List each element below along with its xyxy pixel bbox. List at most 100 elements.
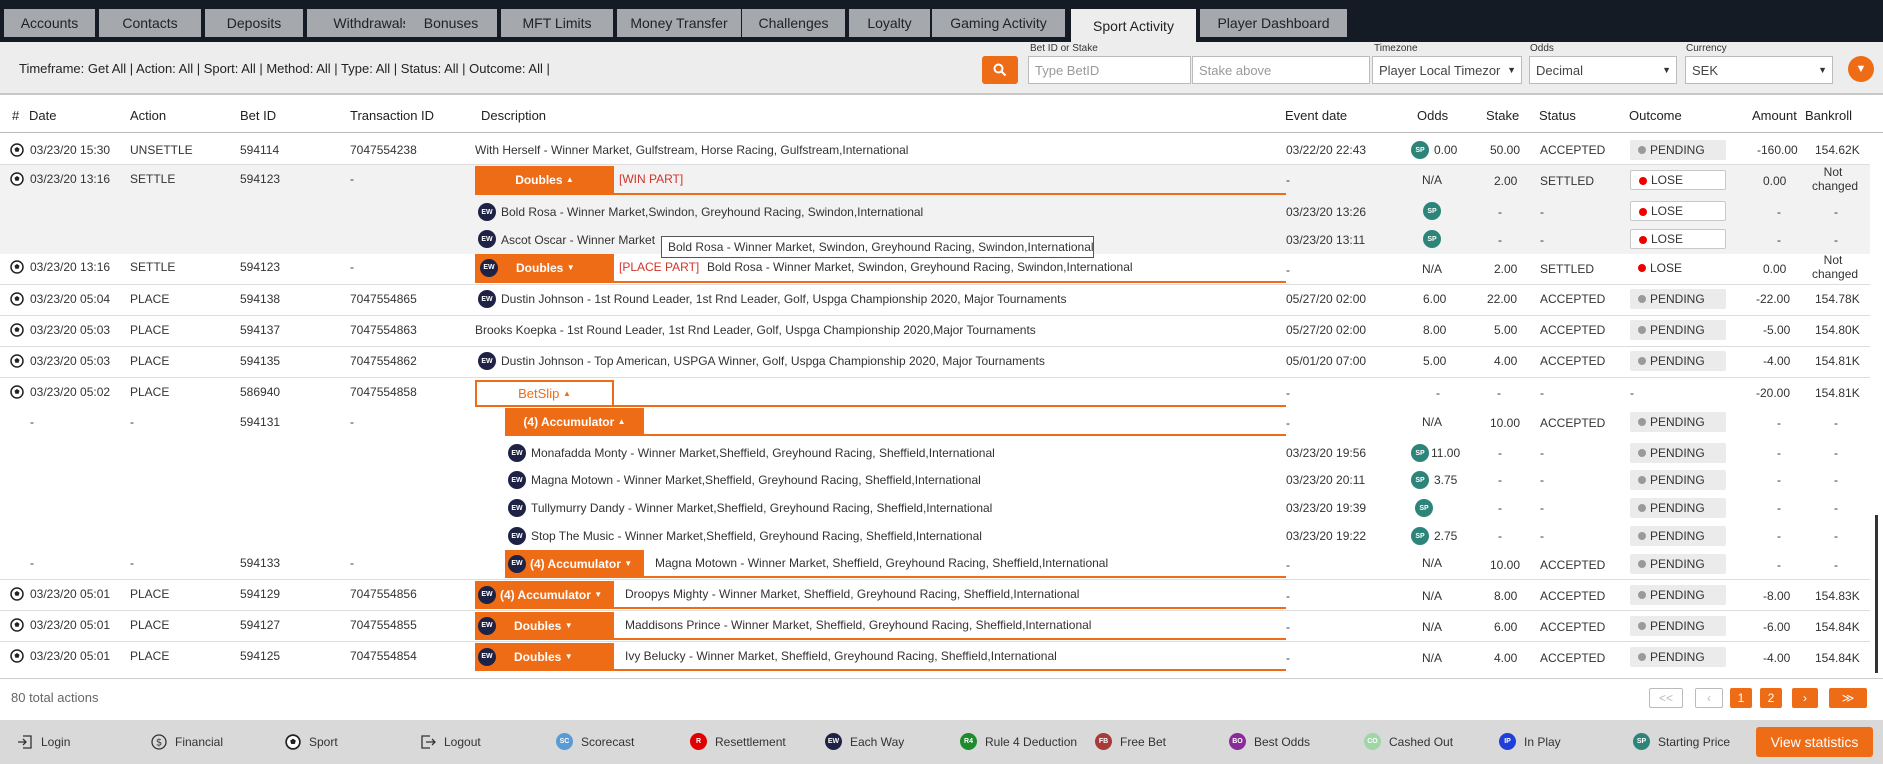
status-cell: ACCEPTED	[1540, 354, 1606, 368]
legend-each-way: EW Each Way	[825, 733, 904, 750]
legend-label: Sport	[309, 734, 338, 749]
legend-label: Login	[41, 734, 71, 749]
outcome-badge: PENDING	[1630, 412, 1726, 432]
stake-cell: -	[1498, 501, 1502, 515]
col-stake[interactable]: Stake	[1486, 108, 1519, 123]
description-cell: Monafadda Monty - Winner Market,Sheffiel…	[531, 446, 995, 460]
col-bankroll[interactable]: Bankroll	[1805, 108, 1852, 123]
accumulator-toggle-button[interactable]: (4) Accumulator ▲	[505, 408, 644, 435]
prev-page-button[interactable]: ‹	[1695, 688, 1723, 708]
event-date-cell: 03/23/20 13:11	[1286, 233, 1366, 247]
tab-bonuses[interactable]: Bonuses	[405, 9, 497, 37]
bet-id-cell: 586940	[240, 385, 281, 399]
page-1-button[interactable]: 1	[1730, 688, 1752, 708]
expand-filters-button[interactable]: ▼	[1848, 56, 1874, 82]
action-cell: PLACE	[130, 649, 170, 663]
tab-player-dashboard[interactable]: Player Dashboard	[1200, 9, 1347, 37]
description-cell: Bold Rosa - Winner Market, Swindon, Grey…	[707, 260, 1133, 274]
bet-id-cell: 594123	[240, 260, 281, 274]
tab-loyalty[interactable]: Loyalty	[849, 9, 930, 37]
outcome-badge: PENDING	[1630, 140, 1726, 160]
date-cell: -	[30, 556, 34, 570]
currency-label: Currency	[1686, 43, 1727, 54]
tab-contacts[interactable]: Contacts	[99, 9, 201, 37]
col-amount[interactable]: Amount	[1752, 108, 1797, 123]
col-odds[interactable]: Odds	[1417, 108, 1448, 123]
doubles-toggle-button[interactable]: EW Doubles ▼	[475, 612, 614, 639]
row-divider	[0, 346, 1870, 347]
odds-value: Decimal	[1536, 62, 1583, 78]
bankroll-cell: 154.83K	[1815, 589, 1860, 603]
bet-type-label: Doubles	[516, 260, 564, 275]
each-way-badge: EW	[478, 616, 496, 635]
event-date-cell: -	[1286, 386, 1290, 400]
transaction-id-cell: 7047554863	[350, 323, 417, 337]
odds-select[interactable]: Decimal ▼	[1529, 56, 1677, 84]
tab-gaming-activity[interactable]: Gaming Activity	[932, 9, 1065, 37]
event-date-cell: -	[1286, 620, 1290, 634]
search-button[interactable]	[982, 56, 1018, 84]
legend-label: In Play	[1524, 734, 1561, 749]
status-cell: -	[1540, 446, 1544, 460]
tab-mft-limits[interactable]: MFT Limits	[501, 9, 613, 37]
stake-input[interactable]: Stake above	[1192, 56, 1370, 84]
action-cell: PLACE	[130, 292, 170, 306]
doubles-toggle-button[interactable]: Doubles ▲	[475, 166, 614, 193]
page-2-button[interactable]: 2	[1760, 688, 1782, 708]
first-page-button[interactable]: <<	[1649, 688, 1683, 708]
tab-money-transfer[interactable]: Money Transfer	[617, 9, 741, 37]
view-statistics-button[interactable]: View statistics	[1756, 727, 1873, 757]
col-description[interactable]: Description	[481, 108, 546, 123]
starting-price-badge: SP	[1411, 444, 1429, 462]
tab-accounts[interactable]: Accounts	[4, 9, 95, 37]
col-action[interactable]: Action	[130, 108, 166, 123]
orange-underline	[475, 281, 1286, 283]
stake-cell: 4.00	[1494, 651, 1518, 665]
event-date-cell: -	[1286, 558, 1290, 572]
scrollbar[interactable]	[1875, 515, 1878, 673]
each-way-badge: EW	[478, 203, 496, 221]
transaction-id-cell: 7047554856	[350, 587, 417, 601]
outcome-badge: PENDING	[1630, 289, 1726, 309]
event-date-cell: 03/23/20 19:22	[1286, 529, 1367, 543]
tab-deposits[interactable]: Deposits	[205, 9, 303, 37]
filter-summary[interactable]: Timeframe: Get All | Action: All | Sport…	[19, 61, 550, 76]
status-cell: -	[1540, 386, 1544, 400]
col-event-date[interactable]: Event date	[1285, 108, 1347, 123]
rule-4-icon: R4	[960, 733, 977, 750]
doubles-toggle-button[interactable]: EW Doubles ▼	[475, 254, 614, 281]
tab-challenges[interactable]: Challenges	[742, 9, 845, 37]
odds-cell: 5.00	[1423, 354, 1447, 368]
timezone-select[interactable]: Player Local Timezor ▼	[1372, 56, 1522, 84]
tab-sport-activity[interactable]: Sport Activity	[1071, 9, 1196, 42]
bankroll-cell: 154.84K	[1815, 651, 1860, 665]
status-dot	[1639, 208, 1647, 216]
event-date-cell: 03/23/20 19:56	[1286, 446, 1367, 460]
outcome-badge: LOSE	[1630, 229, 1726, 249]
status-cell: ACCEPTED	[1540, 416, 1606, 430]
currency-select[interactable]: SEK ▼	[1685, 56, 1833, 84]
player-sport-activity-page: { "tabs": ["Accounts","Contacts","Deposi…	[0, 0, 1883, 764]
outcome-badge: PENDING	[1630, 443, 1726, 463]
next-page-button[interactable]: ›	[1792, 688, 1818, 708]
accumulator-toggle-button[interactable]: EW (4) Accumulator ▼	[475, 581, 614, 608]
col-transaction-id[interactable]: Transaction ID	[350, 108, 434, 123]
outcome-badge: PENDING	[1630, 470, 1726, 490]
event-date-cell: 03/23/20 19:39	[1286, 501, 1367, 515]
doubles-toggle-button[interactable]: EW Doubles ▼	[475, 643, 614, 670]
transaction-id-cell: -	[350, 260, 354, 274]
bet-type-label: BetSlip	[518, 386, 560, 401]
last-page-button[interactable]: ≫	[1829, 688, 1867, 708]
col-status[interactable]: Status	[1539, 108, 1576, 123]
date-cell: 03/23/20 13:16	[30, 172, 111, 186]
header-divider	[0, 132, 1883, 133]
col-bet-id[interactable]: Bet ID	[240, 108, 276, 123]
col-date[interactable]: Date	[29, 108, 56, 123]
betslip-toggle-button[interactable]: BetSlip ▲	[475, 380, 614, 407]
each-way-badge: EW	[508, 527, 526, 545]
status-dot	[1639, 177, 1647, 185]
accumulator-toggle-button[interactable]: EW (4) Accumulator ▼	[505, 550, 644, 577]
col-outcome[interactable]: Outcome	[1629, 108, 1682, 123]
betid-input[interactable]: Type BetID	[1028, 56, 1191, 84]
pagination-bar	[0, 678, 1883, 718]
